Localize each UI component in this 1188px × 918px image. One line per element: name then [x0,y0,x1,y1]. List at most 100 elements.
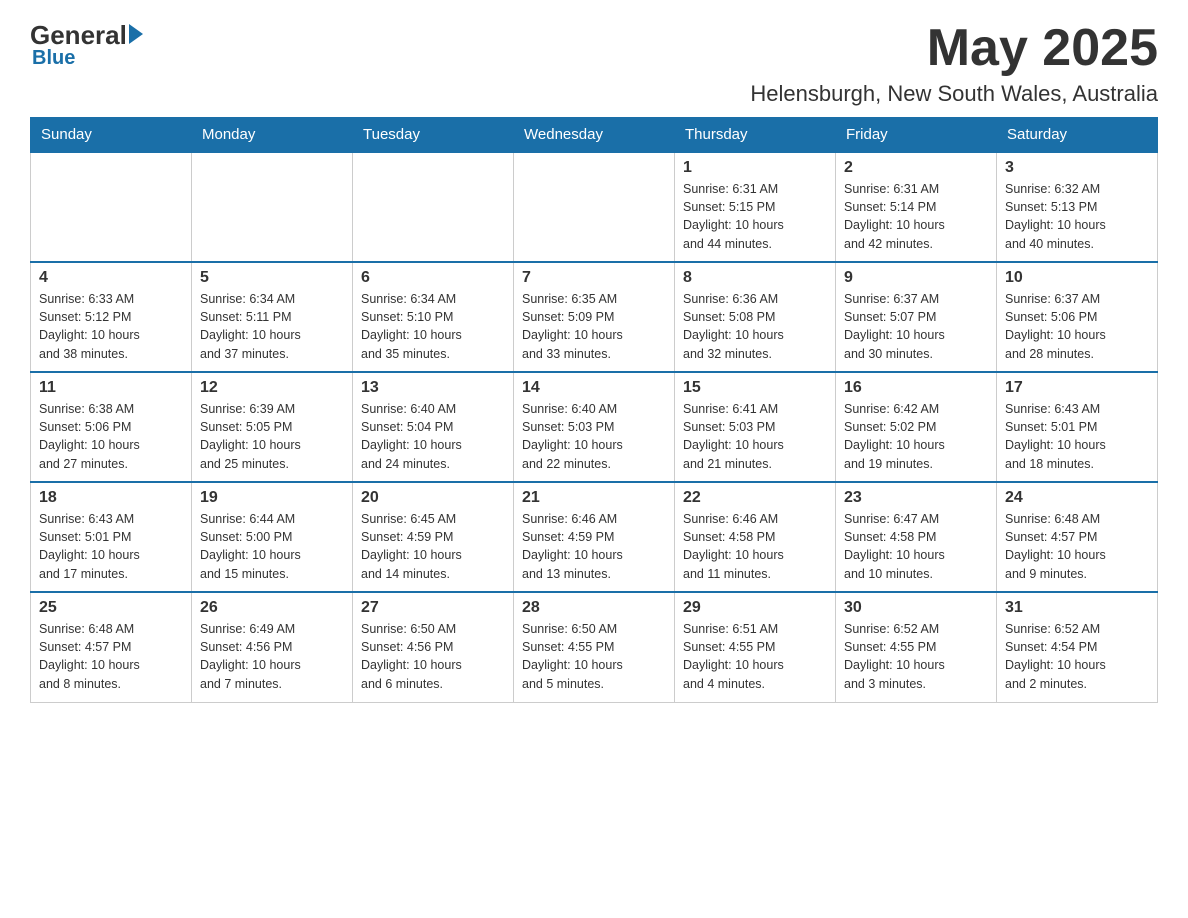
day-number: 2 [844,159,988,177]
calendar-cell: 7 Sunrise: 6:35 AM Sunset: 5:09 PM Daylig… [514,262,675,372]
day-info: Sunrise: 6:43 AM Sunset: 5:01 PM Dayligh… [1005,400,1149,473]
calendar-table: SundayMondayTuesdayWednesdayThursdayFrid… [30,117,1158,703]
calendar-cell: 28 Sunrise: 6:50 AM Sunset: 4:55 PM Dayli… [514,592,675,702]
calendar-week-5: 25 Sunrise: 6:48 AM Sunset: 4:57 PM Dayli… [31,592,1158,702]
day-number: 11 [39,379,183,397]
weekday-header-saturday: Saturday [997,118,1158,153]
day-info: Sunrise: 6:33 AM Sunset: 5:12 PM Dayligh… [39,290,183,363]
day-number: 1 [683,159,827,177]
day-number: 30 [844,599,988,617]
calendar-week-1: 1 Sunrise: 6:31 AM Sunset: 5:15 PM Daylig… [31,152,1158,262]
logo: General Blue [30,20,143,70]
weekday-header-thursday: Thursday [675,118,836,153]
day-number: 29 [683,599,827,617]
weekday-header-sunday: Sunday [31,118,192,153]
day-info: Sunrise: 6:49 AM Sunset: 4:56 PM Dayligh… [200,620,344,693]
day-number: 22 [683,489,827,507]
calendar-cell: 29Sunrise: 6:51 AM Sunset: 4:55 PM Dayli… [675,592,836,702]
calendar-cell: 10 Sunrise: 6:37 AM Sunset: 5:06 PM Dayli… [997,262,1158,372]
calendar-cell [31,152,192,262]
calendar-cell: 5Sunrise: 6:34 AM Sunset: 5:11 PM Daylig… [192,262,353,372]
calendar-cell: 11 Sunrise: 6:38 AM Sunset: 5:06 PM Dayli… [31,372,192,482]
day-info: Sunrise: 6:31 AM Sunset: 5:15 PM Dayligh… [683,180,827,253]
calendar-cell: 3Sunrise: 6:32 AM Sunset: 5:13 PM Daylig… [997,152,1158,262]
calendar-cell: 30 Sunrise: 6:52 AM Sunset: 4:55 PM Dayli… [836,592,997,702]
calendar-week-4: 18 Sunrise: 6:43 AM Sunset: 5:01 PM Dayli… [31,482,1158,592]
day-number: 26 [200,599,344,617]
day-number: 18 [39,489,183,507]
page-header: General Blue May 2025 Helensburgh, New S… [30,20,1158,107]
day-info: Sunrise: 6:46 AM Sunset: 4:59 PM Dayligh… [522,510,666,583]
day-number: 8 [683,269,827,287]
calendar-cell: 19Sunrise: 6:44 AM Sunset: 5:00 PM Dayli… [192,482,353,592]
calendar-cell: 31Sunrise: 6:52 AM Sunset: 4:54 PM Dayli… [997,592,1158,702]
calendar-cell: 9 Sunrise: 6:37 AM Sunset: 5:07 PM Daylig… [836,262,997,372]
calendar-cell [192,152,353,262]
weekday-header-monday: Monday [192,118,353,153]
weekday-header-tuesday: Tuesday [353,118,514,153]
calendar-cell: 23Sunrise: 6:47 AM Sunset: 4:58 PM Dayli… [836,482,997,592]
day-number: 5 [200,269,344,287]
calendar-cell: 26 Sunrise: 6:49 AM Sunset: 4:56 PM Dayli… [192,592,353,702]
calendar-cell: 8Sunrise: 6:36 AM Sunset: 5:08 PM Daylig… [675,262,836,372]
day-number: 16 [844,379,988,397]
logo-subtitle: Blue [32,47,75,70]
day-info: Sunrise: 6:31 AM Sunset: 5:14 PM Dayligh… [844,180,988,253]
day-info: Sunrise: 6:52 AM Sunset: 4:55 PM Dayligh… [844,620,988,693]
day-info: Sunrise: 6:48 AM Sunset: 4:57 PM Dayligh… [39,620,183,693]
day-number: 12 [200,379,344,397]
calendar-cell: 18 Sunrise: 6:43 AM Sunset: 5:01 PM Dayli… [31,482,192,592]
day-number: 6 [361,269,505,287]
calendar-cell: 1 Sunrise: 6:31 AM Sunset: 5:15 PM Daylig… [675,152,836,262]
day-info: Sunrise: 6:40 AM Sunset: 5:04 PM Dayligh… [361,400,505,473]
calendar-header-row: SundayMondayTuesdayWednesdayThursdayFrid… [31,118,1158,153]
calendar-cell: 17 Sunrise: 6:43 AM Sunset: 5:01 PM Dayli… [997,372,1158,482]
day-number: 15 [683,379,827,397]
day-info: Sunrise: 6:32 AM Sunset: 5:13 PM Dayligh… [1005,180,1149,253]
day-info: Sunrise: 6:34 AM Sunset: 5:10 PM Dayligh… [361,290,505,363]
calendar-cell: 20 Sunrise: 6:45 AM Sunset: 4:59 PM Dayli… [353,482,514,592]
calendar-cell: 12Sunrise: 6:39 AM Sunset: 5:05 PM Dayli… [192,372,353,482]
calendar-cell: 27Sunrise: 6:50 AM Sunset: 4:56 PM Dayli… [353,592,514,702]
day-info: Sunrise: 6:50 AM Sunset: 4:55 PM Dayligh… [522,620,666,693]
day-info: Sunrise: 6:38 AM Sunset: 5:06 PM Dayligh… [39,400,183,473]
calendar-cell: 6 Sunrise: 6:34 AM Sunset: 5:10 PM Daylig… [353,262,514,372]
day-number: 10 [1005,269,1149,287]
logo-arrow-icon [129,24,143,44]
day-info: Sunrise: 6:40 AM Sunset: 5:03 PM Dayligh… [522,400,666,473]
day-number: 24 [1005,489,1149,507]
day-number: 31 [1005,599,1149,617]
day-number: 9 [844,269,988,287]
day-number: 13 [361,379,505,397]
day-info: Sunrise: 6:41 AM Sunset: 5:03 PM Dayligh… [683,400,827,473]
calendar-cell: 22 Sunrise: 6:46 AM Sunset: 4:58 PM Dayli… [675,482,836,592]
day-number: 25 [39,599,183,617]
day-info: Sunrise: 6:43 AM Sunset: 5:01 PM Dayligh… [39,510,183,583]
day-info: Sunrise: 6:35 AM Sunset: 5:09 PM Dayligh… [522,290,666,363]
day-info: Sunrise: 6:37 AM Sunset: 5:07 PM Dayligh… [844,290,988,363]
calendar-cell [353,152,514,262]
calendar-cell: 16 Sunrise: 6:42 AM Sunset: 5:02 PM Dayli… [836,372,997,482]
day-number: 4 [39,269,183,287]
day-number: 7 [522,269,666,287]
day-number: 28 [522,599,666,617]
day-number: 14 [522,379,666,397]
calendar-cell [514,152,675,262]
day-number: 20 [361,489,505,507]
day-number: 21 [522,489,666,507]
month-title: May 2025 [750,20,1158,77]
day-number: 17 [1005,379,1149,397]
weekday-header-wednesday: Wednesday [514,118,675,153]
day-info: Sunrise: 6:45 AM Sunset: 4:59 PM Dayligh… [361,510,505,583]
day-info: Sunrise: 6:37 AM Sunset: 5:06 PM Dayligh… [1005,290,1149,363]
day-number: 19 [200,489,344,507]
calendar-cell: 4 Sunrise: 6:33 AM Sunset: 5:12 PM Daylig… [31,262,192,372]
calendar-cell: 14 Sunrise: 6:40 AM Sunset: 5:03 PM Dayli… [514,372,675,482]
day-info: Sunrise: 6:42 AM Sunset: 5:02 PM Dayligh… [844,400,988,473]
calendar-cell: 2 Sunrise: 6:31 AM Sunset: 5:14 PM Daylig… [836,152,997,262]
calendar-cell: 25 Sunrise: 6:48 AM Sunset: 4:57 PM Dayli… [31,592,192,702]
day-info: Sunrise: 6:47 AM Sunset: 4:58 PM Dayligh… [844,510,988,583]
location-title: Helensburgh, New South Wales, Australia [750,81,1158,107]
day-info: Sunrise: 6:48 AM Sunset: 4:57 PM Dayligh… [1005,510,1149,583]
day-info: Sunrise: 6:46 AM Sunset: 4:58 PM Dayligh… [683,510,827,583]
